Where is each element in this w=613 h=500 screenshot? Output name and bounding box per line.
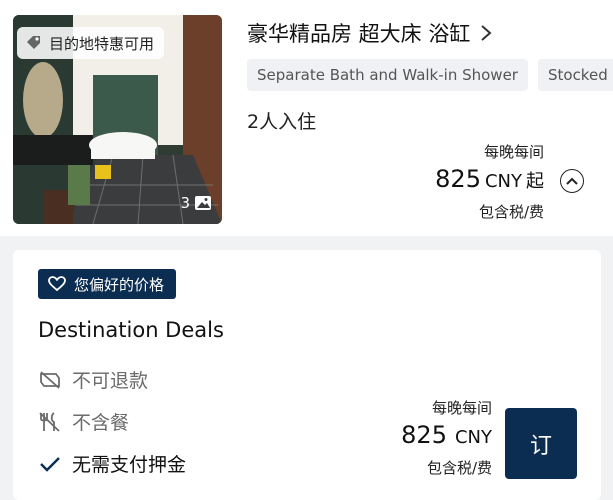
price-suffix: 起 [526,171,544,192]
check-icon [40,456,60,472]
amenity-chip: Separate Bath and Walk-in Shower [247,59,528,91]
rate-card: 您偏好的价格 Destination Deals 不可退款 不含餐 无需支付押金… [13,250,601,500]
amenity-chip: Stocked [537,59,613,91]
deal-title: Destination Deals [38,318,224,342]
photo-count-value: 3 [180,194,190,212]
room-photo[interactable]: 目的地特惠可用 3 [13,15,222,224]
tax-note: 包含税/费 [426,459,492,477]
policy-no-meal: 不含餐 [38,408,129,435]
price-amount: 825 [435,165,481,193]
occupancy: 2人入住 [247,111,317,133]
price-currency: CNY [484,171,522,192]
photo-count[interactable]: 3 [180,194,212,212]
policy-no-refund: 不可退款 [38,366,148,393]
preferred-price-badge: 您偏好的价格 [38,269,177,299]
policy-label: 不可退款 [72,370,149,392]
deal-price: 825 CNY [401,421,492,449]
policy-label: 无需支付押金 [72,454,187,476]
book-button[interactable]: 订 [505,408,577,479]
policy-label: 不含餐 [72,412,130,434]
destination-deal-badge: 目的地特惠可用 [17,27,165,59]
starting-price: 825 CNY 起 [435,165,544,193]
price-currency: CNY [454,427,492,448]
chevron-right-icon [481,25,492,41]
no-meal-icon [39,411,60,432]
room-title[interactable]: 豪华精品房 超大床 浴缸 [247,18,492,48]
room-card: 目的地特惠可用 3 豪华精品房 超大床 浴缸 Separate Bath and… [0,0,613,236]
no-refund-icon [40,370,60,389]
chevron-up-icon [566,177,578,185]
amenity-chips: Separate Bath and Walk-in Shower Stocked [247,59,613,91]
gallery-icon [195,196,211,210]
room-title-text: 豪华精品房 超大床 浴缸 [247,22,471,46]
heart-icon [48,276,66,292]
photo-badge-label: 目的地特惠可用 [49,34,155,53]
price-amount: 825 [401,421,447,449]
per-night-label: 每晚每间 [483,143,544,161]
collapse-button[interactable] [560,169,584,193]
policy-no-deposit: 无需支付押金 [38,450,186,477]
per-night-label: 每晚每间 [431,399,492,417]
tax-note: 包含税/费 [478,203,544,221]
preferred-price-label: 您偏好的价格 [74,275,165,294]
tag-icon [27,36,40,49]
